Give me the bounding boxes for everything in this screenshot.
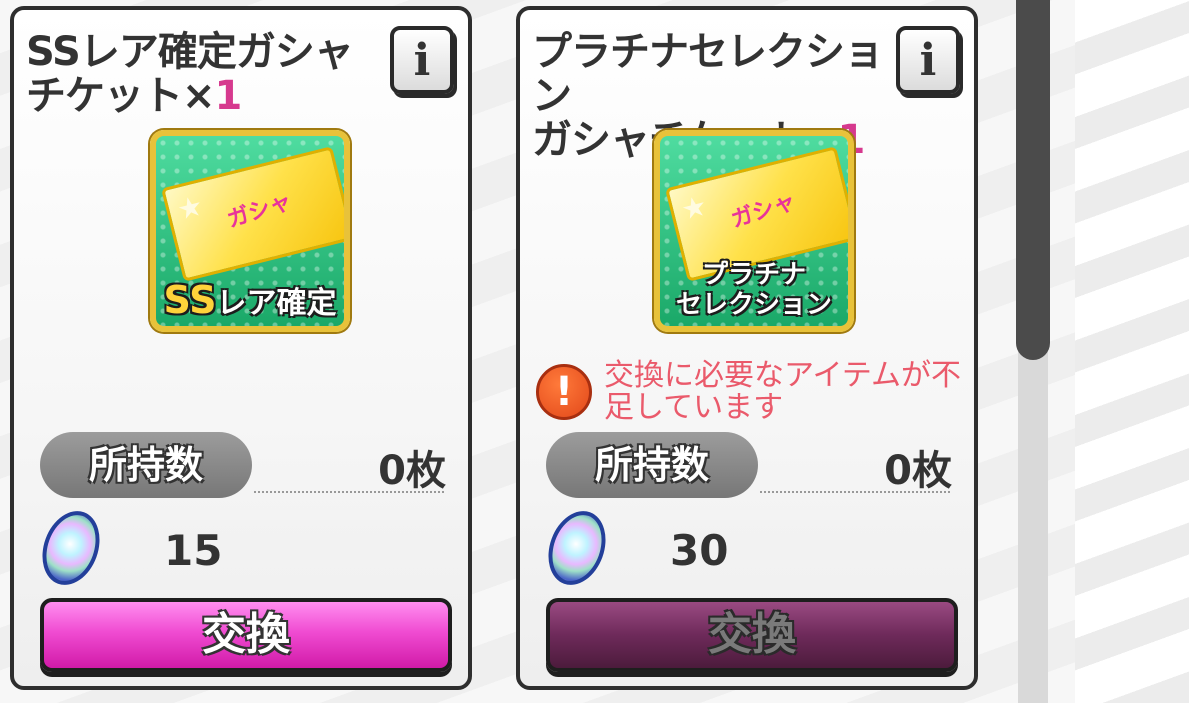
ticket-text: ガシャ [728, 188, 799, 234]
ticket-graphic: ★ ガシャ [161, 146, 344, 282]
divider [760, 491, 950, 493]
owned-label: 所持数 [40, 432, 252, 498]
card-quantity: 1 [214, 73, 243, 119]
info-button[interactable]: i [390, 26, 454, 94]
scrollbar-thumb[interactable] [1016, 0, 1050, 360]
star-icon: ★ [677, 188, 711, 227]
star-icon: ★ [173, 188, 207, 227]
card-title: SSレア確定ガシャ チケット×1 [26, 30, 386, 118]
owned-count: 0枚 [378, 448, 446, 494]
divider [254, 491, 444, 493]
warning-text: 交換に必要なアイテムが不足しています [604, 358, 961, 425]
item-icon-platinum-ticket: ★ ガシャ プラチナ セレクション [654, 130, 854, 332]
info-icon: i [413, 34, 431, 86]
card-title-line1: SSレア確定ガシャ [26, 29, 354, 75]
item-icon-ss-ticket: ★ ガシャ SSレア確定 [150, 130, 350, 332]
item-icon-label-small: レア確定 [216, 286, 337, 321]
item-icon-label: プラチナ セレクション [660, 260, 848, 320]
background-right [1075, 0, 1189, 703]
gem-currency-icon [32, 503, 110, 593]
insufficient-items-warning: ! 交換に必要なアイテムが不足しています [536, 358, 966, 428]
item-icon-label: SSレア確定 [156, 281, 344, 321]
card-title-line1: プラチナセレクション [532, 29, 884, 119]
shop-card-ss-ticket: SSレア確定ガシャ チケット×1 i ★ ガシャ SSレア確定 所持数 0枚 1… [10, 6, 472, 690]
ticket-text: ガシャ [224, 188, 295, 234]
owned-count: 0枚 [884, 448, 952, 494]
gem-currency-icon [538, 503, 616, 593]
exchange-cost: 15 [164, 526, 223, 575]
exchange-button[interactable]: 交換 [40, 598, 452, 672]
shop-card-platinum-ticket: プラチナセレクション ガシャチケット×1 i ★ ガシャ プラチナ セレクション… [516, 6, 978, 690]
item-icon-label-big: SS [163, 278, 217, 322]
exchange-button-disabled[interactable]: 交換 [546, 598, 958, 672]
warning-icon: ! [536, 364, 592, 420]
info-icon: i [919, 34, 937, 86]
item-icon-label-line2: セレクション [675, 290, 832, 320]
exchange-cost: 30 [670, 526, 729, 575]
item-icon-label-line1: プラチナ [701, 260, 806, 290]
info-button[interactable]: i [896, 26, 960, 94]
owned-label: 所持数 [546, 432, 758, 498]
card-title-line2: チケット× [26, 73, 216, 119]
